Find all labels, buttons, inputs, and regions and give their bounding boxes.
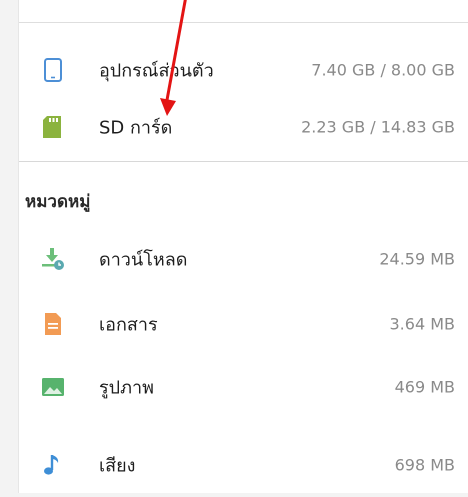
category-item-images[interactable]: รูปภาพ 469 MB: [19, 355, 468, 419]
categories-heading: หมวดหมู่: [25, 192, 91, 212]
sd-card-icon: [41, 115, 65, 139]
category-item-size: 698 MB: [394, 455, 455, 475]
tablet-icon: [41, 58, 65, 82]
image-icon: [41, 375, 65, 399]
category-item-size: 469 MB: [394, 377, 455, 397]
storage-item-label: อุปกรณ์ส่วนตัว: [99, 60, 214, 82]
category-item-size: 3.64 MB: [389, 314, 456, 334]
section-divider: [19, 161, 468, 162]
category-item-downloads[interactable]: ดาวน์โหลด 24.59 MB: [19, 227, 468, 291]
category-item-label: เอกสาร: [99, 314, 158, 336]
storage-item-size: 7.40 GB / 8.00 GB: [311, 60, 455, 80]
top-divider: [19, 22, 468, 23]
category-item-label: ดาวน์โหลด: [99, 249, 188, 271]
category-item-documents[interactable]: เอกสาร 3.64 MB: [19, 292, 468, 356]
download-icon: [41, 247, 65, 271]
music-note-icon: [41, 453, 65, 477]
storage-panel: อุปกรณ์ส่วนตัว 7.40 GB / 8.00 GB SD การ์…: [18, 0, 468, 493]
category-item-label: รูปภาพ: [99, 377, 154, 399]
storage-item-label: SD การ์ด: [99, 117, 173, 139]
document-icon: [41, 312, 65, 336]
category-item-size: 24.59 MB: [379, 249, 455, 269]
storage-item-size: 2.23 GB / 14.83 GB: [301, 117, 455, 137]
storage-item-device[interactable]: อุปกรณ์ส่วนตัว 7.40 GB / 8.00 GB: [19, 38, 468, 102]
category-item-label: เสียง: [99, 455, 136, 477]
storage-item-sd-card[interactable]: SD การ์ด 2.23 GB / 14.83 GB: [19, 95, 468, 159]
category-item-audio[interactable]: เสียง 698 MB: [19, 433, 468, 497]
